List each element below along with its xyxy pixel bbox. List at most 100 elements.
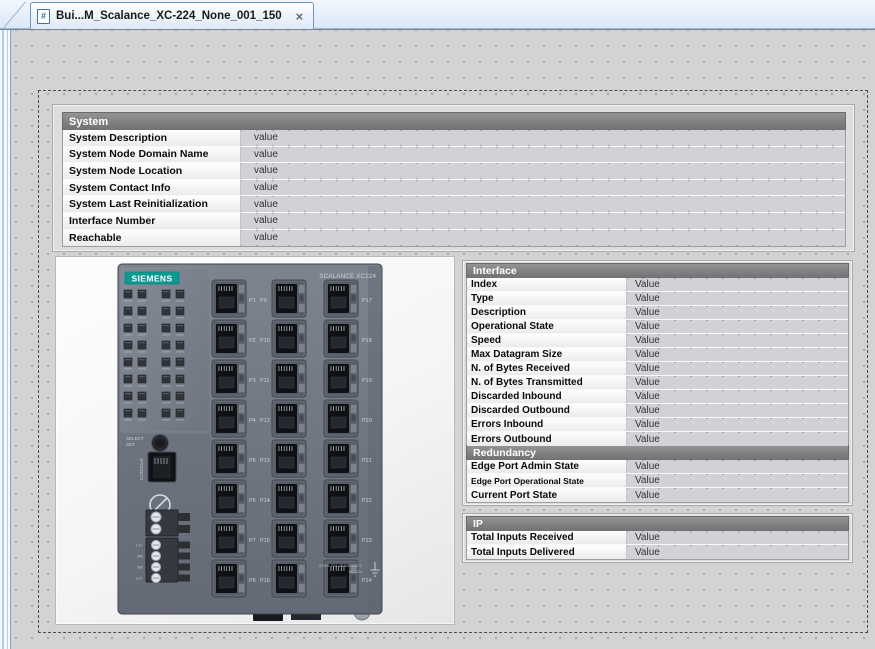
svg-text:P4: P4 — [249, 418, 256, 424]
faceplate-editor-screen: # Bui...M_Scalance_XC-224_None_001_150 ×… — [0, 0, 875, 649]
row-label: Current Port State — [467, 488, 627, 502]
table-row: Type Value — [467, 292, 848, 306]
table-row: N. of Bytes Received Value — [467, 362, 848, 376]
system-table-header: System — [62, 112, 846, 130]
row-value: Value — [627, 390, 848, 403]
rj45-port — [212, 480, 246, 517]
row-value: Value — [627, 418, 848, 431]
interface-table-header: Interface — [466, 263, 849, 278]
close-icon[interactable]: × — [296, 10, 304, 23]
row-value: value — [241, 130, 845, 146]
table-row: Discarded Outbound Value — [467, 404, 848, 418]
ip-table: IP Total Inputs Received Value Total Inp… — [466, 516, 849, 560]
row-value: value — [241, 180, 845, 196]
svg-text:P1: P1 — [249, 298, 256, 304]
row-value: Value — [627, 348, 848, 361]
system-panel[interactable]: System System Description value System N… — [52, 104, 855, 252]
table-row: N. of Bytes Transmitted Value — [467, 376, 848, 390]
row-label: Total Inputs Delivered — [467, 545, 627, 559]
svg-text:P13: P13 — [260, 458, 270, 464]
row-label: Speed — [467, 334, 627, 347]
svg-text:P14: P14 — [260, 498, 270, 504]
row-label: System Last Reinitialization — [63, 196, 241, 212]
row-label: Total Inputs Received — [467, 531, 627, 544]
rj45-port — [324, 520, 358, 557]
row-value: Value — [627, 306, 848, 319]
table-row: Max Datagram Size Value — [467, 348, 848, 362]
row-value: Value — [627, 531, 848, 544]
row-value: Value — [627, 292, 848, 305]
row-value: Value — [627, 404, 848, 417]
redundancy-table-header: Redundancy — [466, 445, 849, 460]
row-value: Value — [627, 362, 848, 375]
row-label: Errors Outbound — [467, 432, 627, 446]
table-row: Interface Number value — [63, 213, 845, 230]
row-value: Value — [627, 488, 848, 502]
rj45-port — [272, 560, 306, 597]
interface-panel[interactable]: Interface Index Value Type Value — [462, 260, 853, 506]
svg-text:P20: P20 — [362, 418, 372, 424]
table-row: Errors Outbound Value — [467, 432, 848, 446]
interface-table-rows: Index Value Type Value Description Value — [467, 278, 848, 446]
svg-text:SET: SET — [126, 442, 135, 447]
row-label: System Contact Info — [63, 180, 241, 196]
rj45-port — [272, 440, 306, 477]
rj45-port — [324, 480, 358, 517]
svg-text:P9: P9 — [260, 298, 267, 304]
system-table-rows: System Description value System Node Dom… — [63, 130, 845, 246]
rj45-port — [324, 440, 358, 477]
svg-text:P18: P18 — [362, 338, 372, 344]
left-splitter-gutter[interactable] — [0, 30, 11, 649]
faceplate-tab[interactable]: # Bui...M_Scalance_XC-224_None_001_150 × — [30, 2, 314, 29]
table-row: Edge Port Admin State Value — [467, 460, 848, 474]
part-number-line2: XC-224 — [348, 569, 362, 574]
row-value: Value — [627, 460, 848, 473]
row-label: Description — [467, 306, 627, 319]
row-label: Interface Number — [63, 213, 241, 229]
faceplate-doc-icon: # — [37, 9, 50, 24]
svg-text:P11: P11 — [260, 378, 269, 384]
ip-table-header: IP — [466, 516, 849, 531]
row-label: Discarded Outbound — [467, 404, 627, 417]
rj45-port — [212, 440, 246, 477]
row-label: Edge Port Operational State — [467, 474, 627, 487]
svg-text:P7: P7 — [249, 538, 256, 544]
rj45-port — [272, 360, 306, 397]
svg-text:P12: P12 — [260, 418, 270, 424]
svg-text:P22: P22 — [362, 498, 372, 504]
rj45-port — [324, 320, 358, 357]
row-label: System Node Location — [63, 163, 241, 179]
table-row: System Node Domain Name value — [63, 147, 845, 164]
table-row: System Last Reinitialization value — [63, 196, 845, 213]
svg-text:P21: P21 — [362, 458, 372, 464]
svg-text:SELECT: SELECT — [126, 436, 144, 441]
row-label: Type — [467, 292, 627, 305]
device-image-panel[interactable]: SIEMENS SCALANCE XC224 P1P9P17P2P10P18P3… — [55, 256, 455, 625]
svg-text:CONSOLE: CONSOLE — [139, 458, 144, 480]
svg-text:P5: P5 — [249, 458, 256, 464]
row-label: System Description — [63, 130, 241, 146]
svg-text:M1: M1 — [137, 554, 143, 559]
svg-text:L1+: L1+ — [136, 543, 143, 548]
editor-tab-bar: # Bui...M_Scalance_XC-224_None_001_150 × — [0, 0, 875, 29]
row-value: value — [241, 230, 845, 247]
interface-table: Interface Index Value Type Value — [466, 263, 849, 503]
table-row: System Node Location value — [63, 163, 845, 180]
rj45-port — [212, 320, 246, 357]
row-value: Value — [627, 474, 848, 487]
table-row: Reachable value — [63, 230, 845, 247]
rj45-port — [324, 360, 358, 397]
svg-text:P16: P16 — [260, 578, 270, 584]
table-row: Speed Value — [467, 334, 848, 348]
row-value: Value — [627, 334, 848, 347]
model-label: SCALANCE XC224 — [319, 273, 376, 280]
system-table: System System Description value System N… — [62, 112, 846, 247]
row-value: Value — [627, 432, 848, 446]
svg-text:SIEMENS: SIEMENS — [131, 274, 172, 284]
editor-canvas[interactable]: System System Description value System N… — [0, 30, 875, 649]
row-label: N. of Bytes Transmitted — [467, 376, 627, 389]
svg-text:P19: P19 — [362, 378, 372, 384]
scalance-switch-image: SIEMENS SCALANCE XC224 P1P9P17P2P10P18P3… — [116, 262, 388, 624]
ip-panel[interactable]: IP Total Inputs Received Value Total Inp… — [462, 513, 853, 563]
svg-text:P8: P8 — [249, 578, 256, 584]
